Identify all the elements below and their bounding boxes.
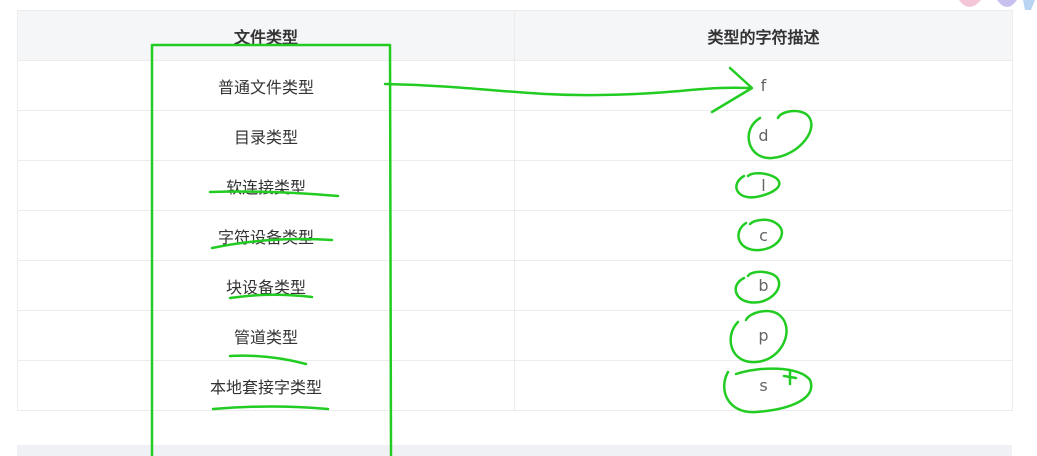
decorative-corner-graphic xyxy=(959,0,1035,10)
cell-desc: c xyxy=(514,210,1013,261)
cell-desc: s xyxy=(514,360,1013,411)
cell-type: 字符设备类型 xyxy=(17,210,515,261)
header-char-desc: 类型的字符描述 xyxy=(514,10,1013,61)
cell-desc: d xyxy=(514,110,1013,161)
table-row: 软连接类型 l xyxy=(17,160,1013,211)
cell-type: 普通文件类型 xyxy=(17,60,515,111)
cell-desc: l xyxy=(514,160,1013,211)
table-row: 块设备类型 b xyxy=(17,260,1013,311)
header-file-type: 文件类型 xyxy=(17,10,515,61)
table-header-row: 文件类型 类型的字符描述 xyxy=(17,10,1013,61)
cell-type: 管道类型 xyxy=(17,310,515,361)
cell-desc: f xyxy=(514,60,1013,111)
table-row: 字符设备类型 c xyxy=(17,210,1013,261)
cell-type: 本地套接字类型 xyxy=(17,360,515,411)
next-section-bar xyxy=(17,445,1012,456)
table-row: 本地套接字类型 s xyxy=(17,360,1013,411)
table-row: 管道类型 p xyxy=(17,310,1013,361)
cell-type: 软连接类型 xyxy=(17,160,515,211)
cell-desc: p xyxy=(514,310,1013,361)
table-row: 普通文件类型 f xyxy=(17,60,1013,111)
table-row: 目录类型 d xyxy=(17,110,1013,161)
file-type-table: 文件类型 类型的字符描述 普通文件类型 f 目录类型 d 软连接类型 l 字符设… xyxy=(17,10,1013,411)
cell-type: 目录类型 xyxy=(17,110,515,161)
cell-desc: b xyxy=(514,260,1013,311)
cell-type: 块设备类型 xyxy=(17,260,515,311)
